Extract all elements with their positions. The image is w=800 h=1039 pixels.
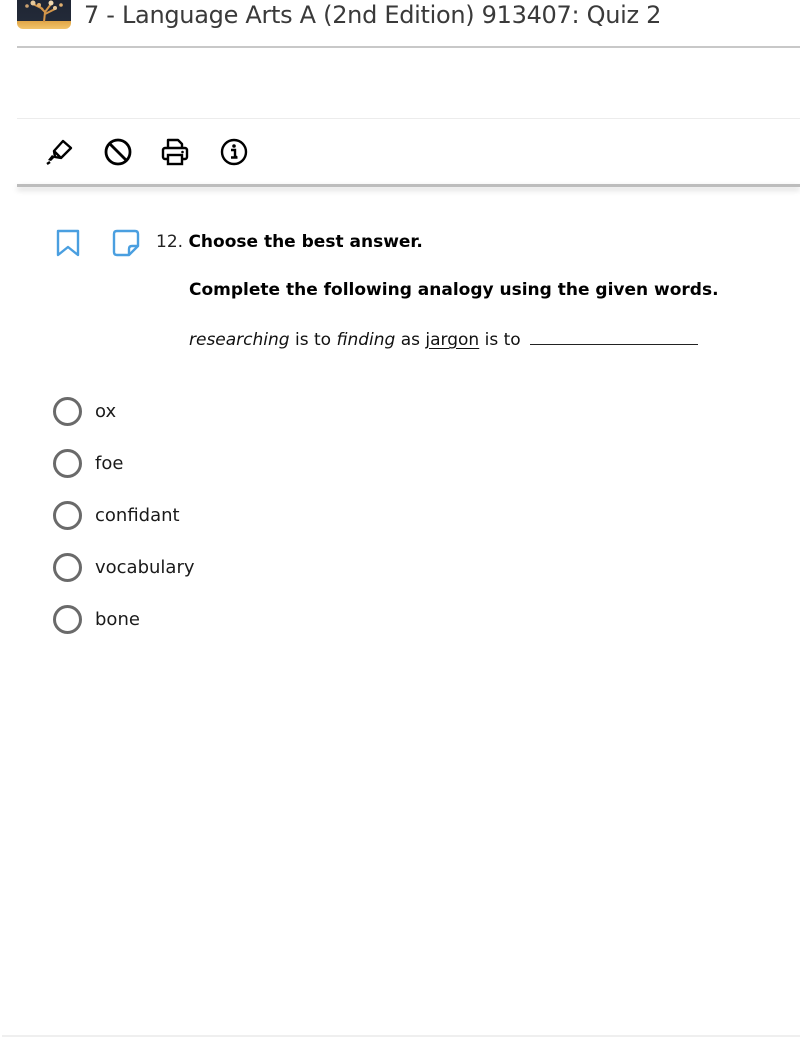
option-label: vocabulary	[95, 556, 195, 578]
note-icon	[112, 229, 140, 257]
printer-icon	[161, 138, 189, 166]
analogy-word-1: researching	[189, 330, 290, 350]
bookmark-icon	[56, 229, 80, 257]
analogy-connector-2: as	[400, 330, 420, 350]
app-header: 7 - Language Arts A (2nd Edition) 913407…	[0, 0, 800, 46]
option-label: ox	[95, 400, 117, 422]
option-label: foe	[95, 452, 124, 474]
print-button[interactable]	[159, 136, 191, 168]
answer-blank	[530, 327, 699, 345]
question-number: 12.	[156, 232, 184, 252]
tree-logo-icon	[17, 0, 71, 29]
radio-button[interactable]	[53, 552, 82, 582]
radio-button[interactable]	[53, 604, 82, 634]
analogy-connector-1: is to	[295, 330, 332, 350]
analogy-statement: researching is to finding as jargon is t…	[189, 327, 699, 351]
answer-option[interactable]: vocabulary	[53, 552, 195, 582]
analogy-connector-3: is to	[484, 330, 521, 350]
bookmark-button[interactable]	[56, 229, 80, 257]
analogy-word-3: jargon	[425, 330, 480, 350]
page-title: 7 - Language Arts A (2nd Edition) 913407…	[84, 1, 662, 29]
eliminate-answer-button[interactable]	[102, 136, 134, 168]
radio-button[interactable]	[53, 500, 82, 530]
highlighter-button[interactable]	[44, 136, 76, 168]
prohibited-icon	[104, 138, 132, 166]
radio-button[interactable]	[53, 448, 82, 478]
answer-option[interactable]: bone	[53, 604, 140, 634]
toolbar	[17, 119, 800, 185]
option-label: bone	[95, 608, 140, 630]
question-prompt: Complete the following analogy using the…	[189, 280, 719, 300]
footer-divider	[2, 1035, 800, 1037]
question-instruction: Choose the best answer.	[188, 232, 423, 252]
answer-option[interactable]: foe	[53, 448, 123, 478]
analogy-word-2: finding	[336, 330, 396, 350]
answer-option[interactable]: confidant	[53, 500, 180, 530]
header-divider	[17, 46, 800, 48]
answer-option[interactable]: ox	[53, 396, 116, 426]
note-button[interactable]	[112, 229, 140, 257]
toolbar-divider	[17, 184, 800, 187]
question-header: 12. Choose the best answer.	[156, 231, 423, 253]
highlighter-icon	[46, 139, 73, 165]
option-label: confidant	[95, 504, 180, 526]
info-icon	[220, 138, 248, 166]
radio-button[interactable]	[53, 396, 82, 426]
info-button[interactable]	[218, 136, 250, 168]
